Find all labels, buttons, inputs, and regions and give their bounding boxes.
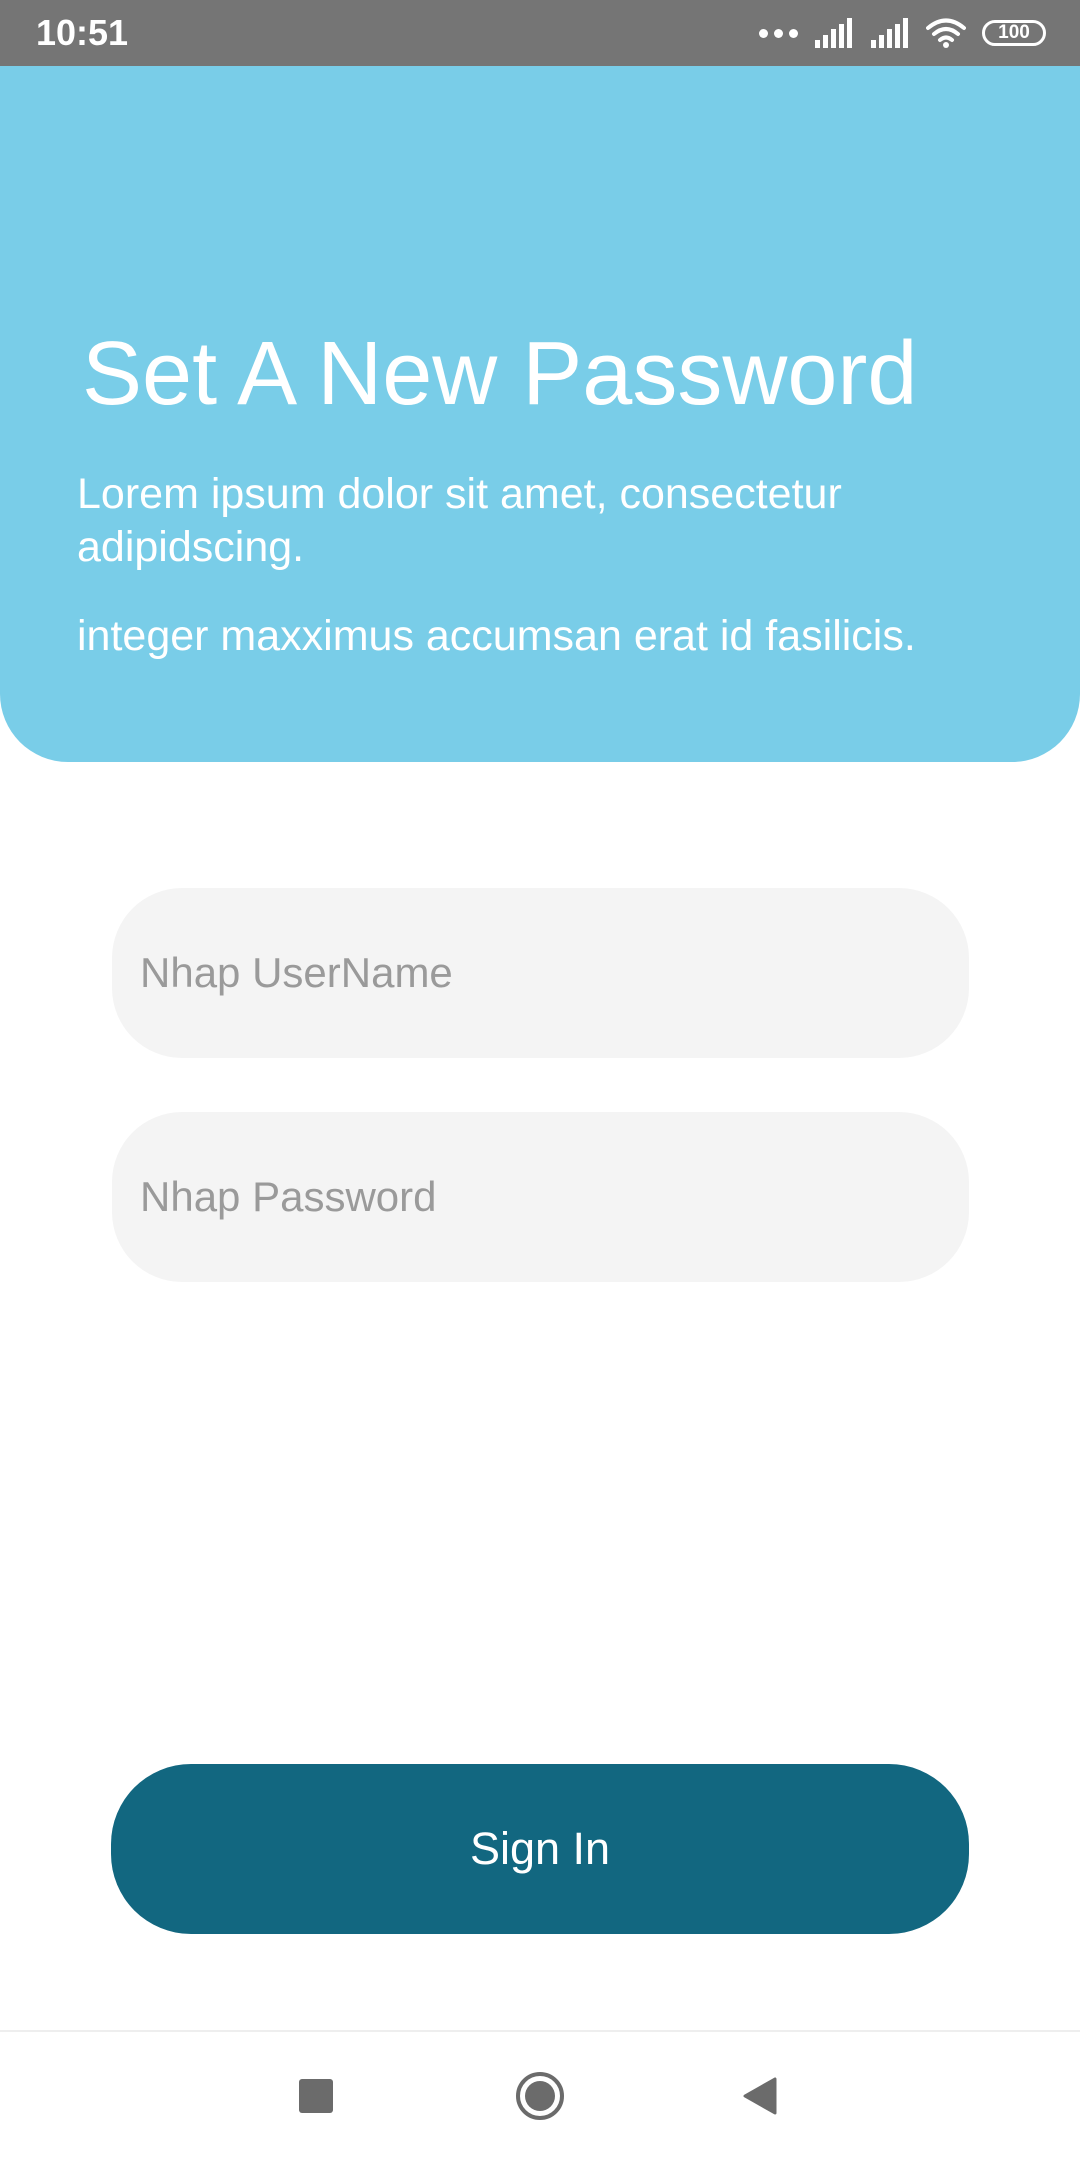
- recent-apps-icon: [299, 2079, 333, 2113]
- status-bar: 10:51 100: [0, 0, 1080, 66]
- home-icon: [516, 2072, 564, 2120]
- back-icon: [743, 2077, 777, 2115]
- description-text-2: integer maxximus accumsan erat id fasili…: [77, 612, 916, 660]
- battery-icon: 100: [982, 20, 1046, 46]
- set-password-screen: 10:51 100 Set A New Password Lorem ipsum…: [0, 0, 1080, 2160]
- sign-in-label: Sign In: [469, 1823, 611, 1874]
- signal-icon: [815, 18, 852, 48]
- username-input[interactable]: [112, 888, 969, 1058]
- signal-icon: [871, 18, 908, 48]
- status-time: 10:51: [36, 12, 129, 53]
- status-icons: 100: [759, 14, 1046, 52]
- password-input[interactable]: [112, 1112, 969, 1282]
- wifi-icon: [926, 18, 966, 48]
- recent-apps-button[interactable]: [266, 2032, 366, 2160]
- system-nav-bar: [0, 2030, 1080, 2160]
- page-title: Set A New Password: [82, 324, 918, 424]
- username-field-container: [112, 888, 969, 1058]
- sign-in-button[interactable]: Sign In: [111, 1764, 969, 1934]
- back-button[interactable]: [710, 2032, 810, 2160]
- home-button[interactable]: [490, 2032, 590, 2160]
- description-text-1: Lorem ipsum dolor sit amet, consectetur …: [77, 470, 842, 571]
- password-field-container: [112, 1112, 969, 1282]
- more-dots-icon: [759, 28, 798, 38]
- battery-level: 100: [998, 22, 1030, 43]
